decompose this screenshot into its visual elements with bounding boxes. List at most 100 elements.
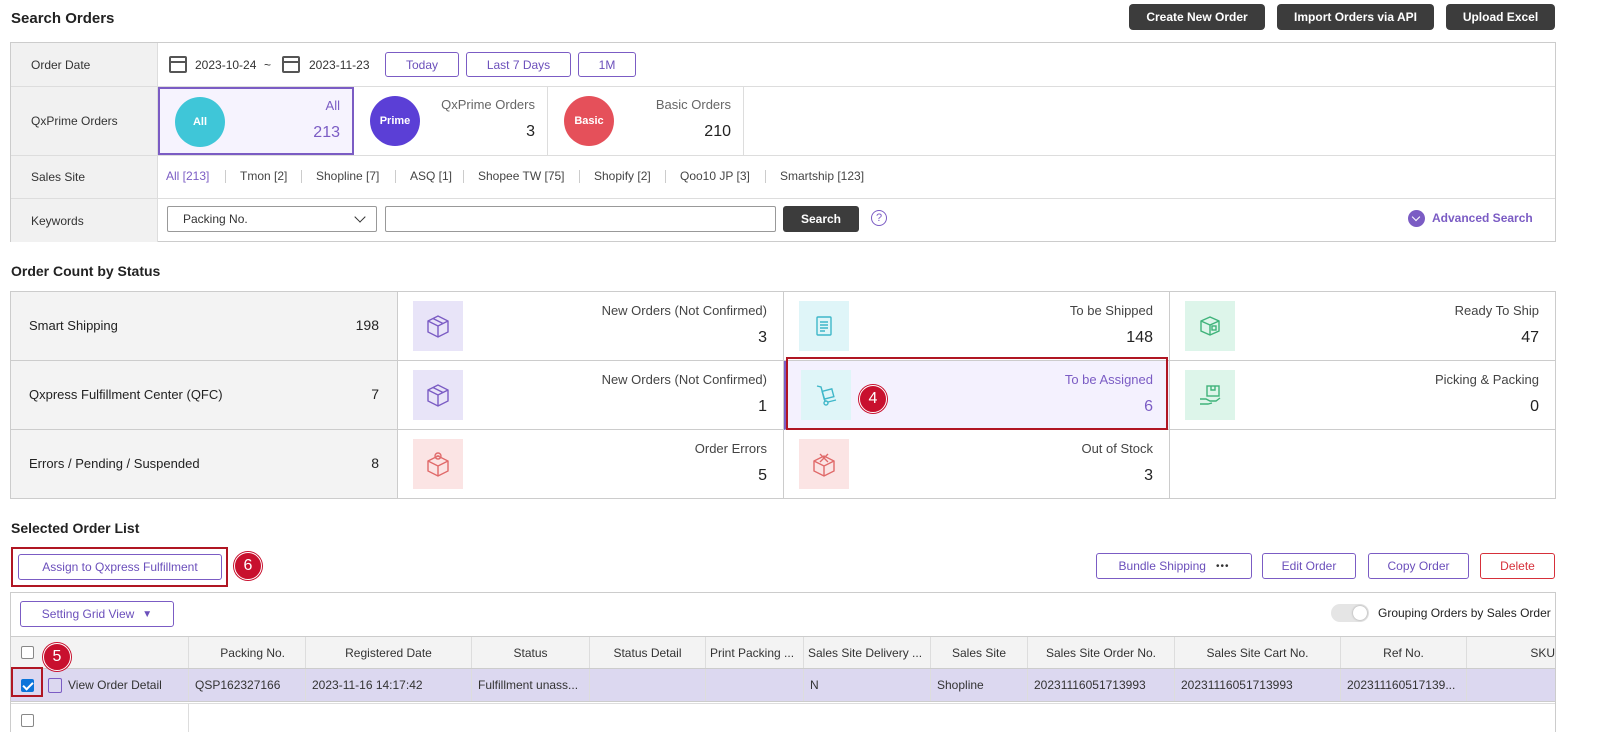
- view-order-detail-link[interactable]: View Order Detail: [68, 678, 162, 692]
- status-row-total: 7: [371, 386, 379, 402]
- status-row-label-qfc[interactable]: Qxpress Fulfillment Center (QFC) 7: [11, 361, 398, 430]
- table-cell: Fulfillment unass...: [472, 669, 590, 701]
- status-row-label-smart-shipping[interactable]: Smart Shipping 198: [11, 292, 398, 361]
- status-cell-out-of-stock[interactable]: Out of Stock 3: [784, 430, 1170, 498]
- keyword-type-value: Packing No.: [183, 212, 248, 226]
- qx-card-label: All: [325, 98, 340, 113]
- qxprime-card-prime[interactable]: Prime QxPrime Orders 3: [354, 87, 548, 155]
- status-row-label: Qxpress Fulfillment Center (QFC): [29, 387, 223, 402]
- site-link-shopline[interactable]: Shopline [7]: [316, 169, 379, 183]
- qxprime-card-basic[interactable]: Basic Basic Orders 210: [548, 87, 744, 155]
- delete-button[interactable]: Delete: [1480, 553, 1555, 579]
- status-cell-to-be-shipped[interactable]: To be Shipped 148: [784, 292, 1170, 361]
- status-count: 47: [1521, 329, 1539, 346]
- advanced-search-link[interactable]: Advanced Search: [1432, 211, 1533, 225]
- qx-card-label: QxPrime Orders: [441, 97, 535, 112]
- highlight-frame: [786, 357, 1168, 430]
- site-link-asq[interactable]: ASQ [1]: [410, 169, 452, 183]
- select-all-header: [11, 637, 189, 668]
- status-row-label-errors[interactable]: Errors / Pending / Suspended 8: [11, 430, 398, 498]
- order-date-label: Order Date: [11, 43, 158, 86]
- keyword-input[interactable]: [385, 206, 776, 232]
- calendar-icon[interactable]: [169, 56, 187, 73]
- column-header[interactable]: Packing No.: [189, 637, 306, 668]
- all-badge: All: [175, 97, 225, 147]
- qxprime-card-all[interactable]: All All 213: [158, 87, 354, 155]
- column-header[interactable]: Status: [472, 637, 590, 668]
- setting-grid-view-label: Setting Grid View: [41, 607, 135, 621]
- column-header[interactable]: Sales Site Order No.: [1028, 637, 1175, 668]
- status-name: Picking & Packing: [1434, 372, 1539, 387]
- page-title: Search Orders: [11, 10, 115, 27]
- bundle-shipping-button[interactable]: Bundle Shipping •••: [1096, 553, 1252, 579]
- status-grid: Smart Shipping 198 New Orders (Not Confi…: [10, 291, 1556, 499]
- 1m-button[interactable]: 1M: [578, 52, 636, 77]
- step-badge-4: 4: [859, 385, 887, 413]
- status-row-total: 198: [355, 317, 379, 333]
- column-header[interactable]: Ref No.: [1341, 637, 1467, 668]
- status-cell-qfc-new-orders[interactable]: New Orders (Not Confirmed) 1: [398, 361, 784, 430]
- site-link-all[interactable]: All [213]: [166, 169, 209, 183]
- setting-grid-view-button[interactable]: Setting Grid View ▼: [20, 601, 174, 627]
- import-orders-api-button[interactable]: Import Orders via API: [1277, 4, 1434, 30]
- column-header[interactable]: Sales Site Cart No.: [1175, 637, 1341, 668]
- search-button[interactable]: Search: [783, 206, 859, 232]
- status-name: New Orders (Not Confirmed): [601, 303, 767, 318]
- column-header[interactable]: Status Detail: [590, 637, 706, 668]
- table-row[interactable]: View Order Detail QSP162327166 2023-11-1…: [11, 669, 1555, 702]
- edit-order-button[interactable]: Edit Order: [1262, 553, 1356, 579]
- qx-card-count: 210: [704, 123, 731, 140]
- document-icon: [799, 301, 849, 351]
- date-to[interactable]: 2023-11-23: [309, 58, 370, 72]
- table-header: Packing No. Registered Date Status Statu…: [11, 636, 1555, 669]
- row-checkbox[interactable]: [21, 713, 34, 727]
- qxprime-row: QxPrime Orders All All 213 Prime QxPrime…: [11, 87, 1555, 156]
- prime-badge: Prime: [370, 96, 420, 146]
- upload-excel-button[interactable]: Upload Excel: [1446, 4, 1555, 30]
- table-cell: N: [804, 669, 931, 701]
- status-row-label: Errors / Pending / Suspended: [29, 456, 200, 471]
- status-count: 148: [1126, 329, 1153, 346]
- status-cell-new-orders[interactable]: New Orders (Not Confirmed) 3: [398, 292, 784, 361]
- status-cell-picking-packing[interactable]: Picking & Packing 0: [1170, 361, 1555, 430]
- status-count: 1: [758, 398, 767, 415]
- site-link-qoo10-jp[interactable]: Qoo10 JP [3]: [680, 169, 750, 183]
- site-link-shopee-tw[interactable]: Shopee TW [75]: [478, 169, 565, 183]
- site-link-smartship[interactable]: Smartship [123]: [780, 169, 864, 183]
- status-cell-order-errors[interactable]: Order Errors 5: [398, 430, 784, 498]
- copy-order-button[interactable]: Copy Order: [1368, 553, 1469, 579]
- keyword-type-select[interactable]: Packing No.: [167, 206, 377, 232]
- column-header[interactable]: Print Packing ...: [706, 637, 804, 668]
- select-all-checkbox[interactable]: [21, 646, 34, 659]
- keywords-label: Keywords: [11, 199, 158, 242]
- table-cell: 202311160517139...: [1341, 669, 1467, 701]
- today-button[interactable]: Today: [385, 52, 459, 77]
- chevron-down-circle-icon[interactable]: [1408, 210, 1425, 227]
- selected-order-list-title: Selected Order List: [11, 520, 140, 536]
- table-cell: 20231116051713993: [1175, 669, 1341, 701]
- search-form: Order Date 2023-10-24 ~ 2023-11-23 Today…: [10, 42, 1556, 242]
- error-box-icon: [413, 439, 463, 489]
- last-7-days-button[interactable]: Last 7 Days: [466, 52, 571, 77]
- calendar-icon[interactable]: [282, 56, 300, 73]
- status-row-label: Smart Shipping: [29, 318, 118, 333]
- column-header[interactable]: SKU: [1467, 637, 1555, 668]
- more-icon: •••: [1215, 560, 1230, 572]
- column-header[interactable]: Registered Date: [306, 637, 472, 668]
- assign-qxpress-fulfillment-button[interactable]: Assign to Qxpress Fulfillment: [18, 554, 222, 580]
- column-header[interactable]: Sales Site: [931, 637, 1028, 668]
- column-header[interactable]: Sales Site Delivery ...: [804, 637, 931, 668]
- create-new-order-button[interactable]: Create New Order: [1129, 4, 1265, 30]
- help-icon[interactable]: ?: [871, 210, 887, 226]
- site-link-tmon[interactable]: Tmon [2]: [240, 169, 287, 183]
- table-row[interactable]: [11, 703, 1555, 732]
- date-from[interactable]: 2023-10-24: [195, 58, 256, 72]
- status-cell-ready-to-ship[interactable]: Ready To Ship 47: [1170, 292, 1555, 361]
- document-icon: [48, 677, 62, 693]
- site-link-shopify[interactable]: Shopify [2]: [594, 169, 651, 183]
- bundle-shipping-label: Bundle Shipping: [1118, 559, 1206, 573]
- status-name: Out of Stock: [1081, 441, 1153, 456]
- sales-site-label: Sales Site: [11, 156, 158, 198]
- grouping-toggle[interactable]: [1331, 604, 1369, 622]
- status-name: Order Errors: [694, 441, 767, 456]
